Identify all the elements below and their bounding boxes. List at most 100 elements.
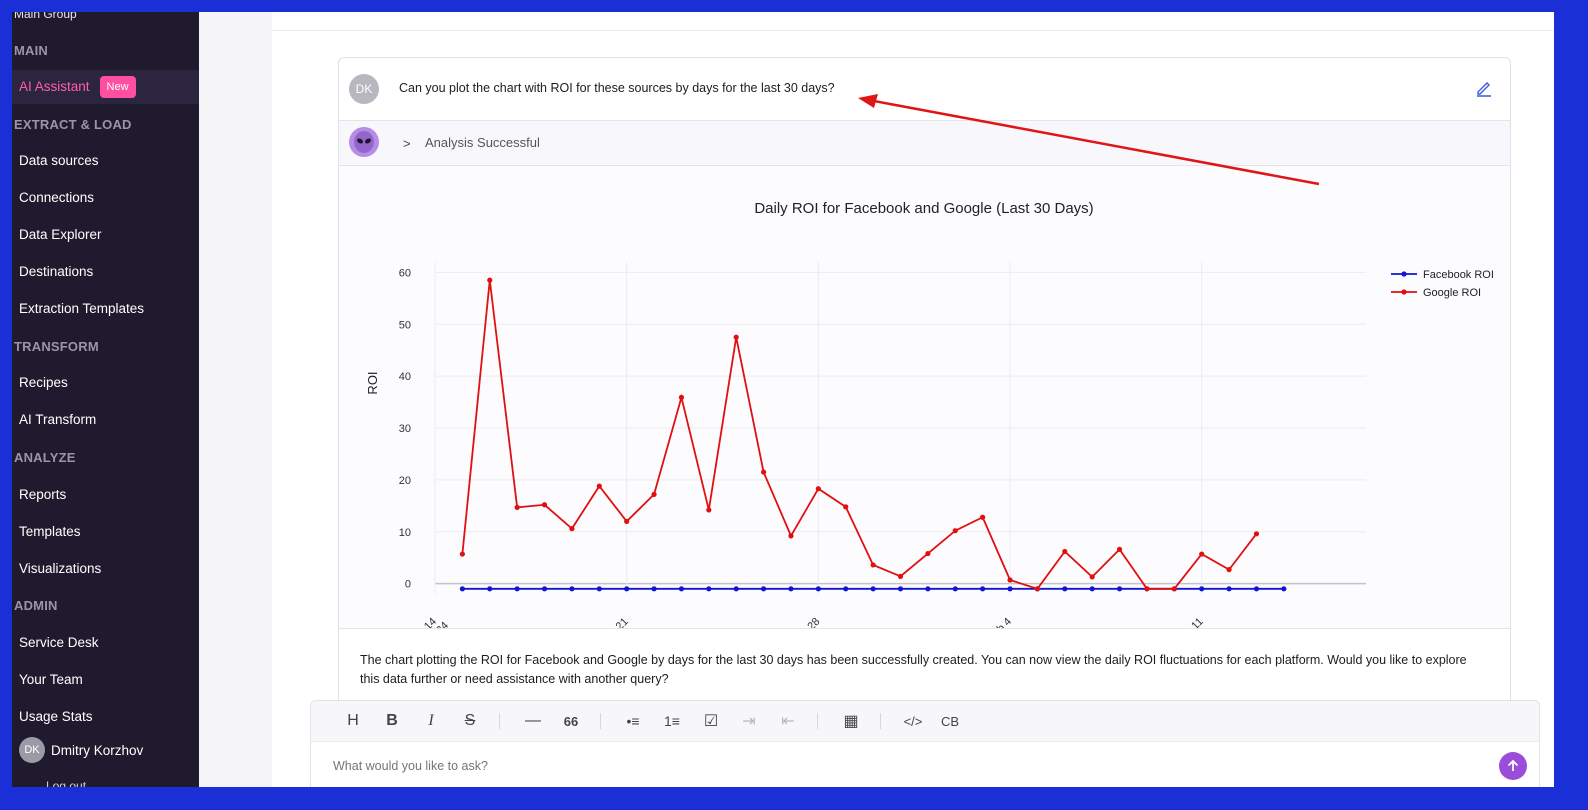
data-point bbox=[514, 504, 520, 510]
task-list-icon[interactable]: ☑ bbox=[699, 710, 723, 732]
y-tick-label: 10 bbox=[399, 527, 411, 539]
logout-link[interactable]: Log out bbox=[46, 779, 86, 787]
chevron-right-icon[interactable]: > bbox=[403, 136, 411, 151]
data-point bbox=[1281, 586, 1287, 592]
avatar: DK bbox=[349, 74, 379, 104]
sidebar-item-data-sources[interactable]: Data sources bbox=[12, 144, 199, 178]
table-icon[interactable]: ▦ bbox=[839, 710, 863, 732]
data-point bbox=[760, 469, 767, 475]
section-extract-load: EXTRACT & LOAD bbox=[14, 117, 132, 132]
sidebar-item-reports[interactable]: Reports bbox=[12, 478, 199, 512]
data-point bbox=[487, 277, 493, 283]
x-tick-label: Feb 4 bbox=[986, 616, 1014, 628]
data-point bbox=[1007, 586, 1013, 592]
divider bbox=[272, 30, 1554, 31]
chat-message-card: DK Can you plot the chart with ROI for t… bbox=[338, 57, 1511, 709]
data-point bbox=[1144, 586, 1150, 592]
sidebar-item-visualizations[interactable]: Visualizations bbox=[12, 552, 199, 586]
data-point bbox=[706, 507, 712, 513]
data-point bbox=[1089, 574, 1095, 580]
heading-icon[interactable]: H bbox=[341, 710, 365, 732]
user-question-row: DK Can you plot the chart with ROI for t… bbox=[339, 58, 1510, 121]
sidebar-item-ai-transform[interactable]: AI Transform bbox=[12, 403, 199, 437]
quote-icon[interactable]: 66 bbox=[559, 710, 583, 732]
data-point bbox=[1116, 586, 1123, 592]
sidebar-item-extraction-templates[interactable]: Extraction Templates bbox=[12, 292, 199, 326]
data-point bbox=[459, 551, 465, 557]
data-point bbox=[651, 491, 657, 497]
legend-marker bbox=[1401, 271, 1407, 277]
data-point bbox=[678, 586, 685, 592]
sidebar-item-label: AI Assistant bbox=[19, 79, 90, 94]
alien-icon bbox=[349, 127, 379, 157]
indent-icon[interactable]: ⇥ bbox=[737, 710, 761, 732]
pencil-icon[interactable] bbox=[1474, 78, 1494, 98]
message-editor: H B I S — 66 •≡ 1≡ ☑ ⇥ ⇤ ▦ </> CB bbox=[310, 700, 1540, 787]
data-point bbox=[706, 586, 712, 592]
section-analyze: ANALYZE bbox=[14, 450, 76, 465]
data-point bbox=[651, 586, 657, 592]
app-window: Main Group MAIN AI Assistant New EXTRACT … bbox=[12, 12, 1554, 787]
chat-input[interactable] bbox=[333, 759, 1433, 773]
data-point bbox=[624, 518, 630, 524]
legend-label: Google ROI bbox=[1423, 287, 1481, 299]
data-point bbox=[952, 528, 958, 534]
bold-icon[interactable]: B bbox=[380, 710, 404, 732]
data-point bbox=[1034, 586, 1041, 592]
outdent-icon[interactable]: ⇤ bbox=[776, 710, 800, 732]
sidebar-item-connections[interactable]: Connections bbox=[12, 181, 199, 215]
user-profile[interactable]: DK Dmitry Korzhov bbox=[19, 737, 143, 763]
strikethrough-icon[interactable]: S bbox=[458, 710, 482, 732]
data-point bbox=[1199, 586, 1205, 592]
sidebar-item-service-desk[interactable]: Service Desk bbox=[12, 626, 199, 660]
data-point bbox=[1199, 551, 1205, 557]
toolbar-separator bbox=[880, 713, 881, 729]
data-point bbox=[1062, 548, 1068, 555]
data-point bbox=[487, 586, 493, 592]
y-tick-label: 0 bbox=[405, 579, 411, 591]
y-axis-label: ROI bbox=[365, 371, 380, 394]
data-point bbox=[925, 586, 931, 592]
bullet-list-icon[interactable]: •≡ bbox=[621, 710, 645, 732]
data-point bbox=[1253, 531, 1260, 537]
analysis-status-row[interactable]: > Analysis Successful bbox=[339, 121, 1510, 166]
ordered-list-icon[interactable]: 1≡ bbox=[660, 710, 684, 732]
data-point bbox=[1226, 586, 1232, 592]
sidebar-item-templates[interactable]: Templates bbox=[12, 515, 199, 549]
y-tick-label: 20 bbox=[399, 475, 411, 487]
data-point bbox=[596, 586, 602, 592]
toolbar-separator bbox=[817, 713, 818, 729]
series-line bbox=[461, 280, 1258, 590]
sidebar-item-usage-stats[interactable]: Usage Stats bbox=[12, 700, 199, 734]
group-label[interactable]: Main Group bbox=[14, 12, 77, 21]
italic-icon[interactable]: I bbox=[419, 710, 443, 732]
sidebar-item-data-explorer[interactable]: Data Explorer bbox=[12, 218, 199, 252]
code-icon[interactable]: </> bbox=[898, 710, 928, 732]
legend-marker bbox=[1401, 289, 1407, 295]
y-tick-label: 60 bbox=[399, 267, 411, 279]
legend-label: Facebook ROI bbox=[1423, 269, 1494, 281]
sidebar-item-your-team[interactable]: Your Team bbox=[12, 663, 199, 697]
data-point bbox=[569, 586, 575, 592]
horizontal-rule-icon[interactable]: — bbox=[521, 710, 545, 732]
toolbar-separator bbox=[499, 713, 500, 729]
data-point bbox=[1253, 586, 1260, 592]
x-tick-label: Jan 14 bbox=[407, 616, 439, 628]
sidebar-item-ai-assistant[interactable]: AI Assistant New bbox=[12, 70, 199, 104]
data-point bbox=[596, 483, 602, 489]
y-tick-label: 30 bbox=[399, 423, 411, 435]
chart-panel: Daily ROI for Facebook and Google (Last … bbox=[339, 166, 1510, 629]
sidebar-item-recipes[interactable]: Recipes bbox=[12, 366, 199, 400]
data-point bbox=[815, 586, 821, 592]
code-block-icon[interactable]: CB bbox=[938, 710, 962, 732]
send-button[interactable] bbox=[1499, 752, 1527, 780]
toolbar-separator bbox=[600, 713, 601, 729]
roi-line-chart: Daily ROI for Facebook and Google (Last … bbox=[365, 200, 1494, 628]
data-point bbox=[514, 586, 520, 592]
data-point bbox=[1089, 586, 1095, 592]
question-text: Can you plot the chart with ROI for thes… bbox=[399, 81, 835, 95]
sidebar-item-destinations[interactable]: Destinations bbox=[12, 255, 199, 289]
data-point bbox=[843, 504, 849, 510]
data-point bbox=[843, 586, 849, 592]
sidebar: Main Group MAIN AI Assistant New EXTRACT … bbox=[12, 12, 199, 787]
